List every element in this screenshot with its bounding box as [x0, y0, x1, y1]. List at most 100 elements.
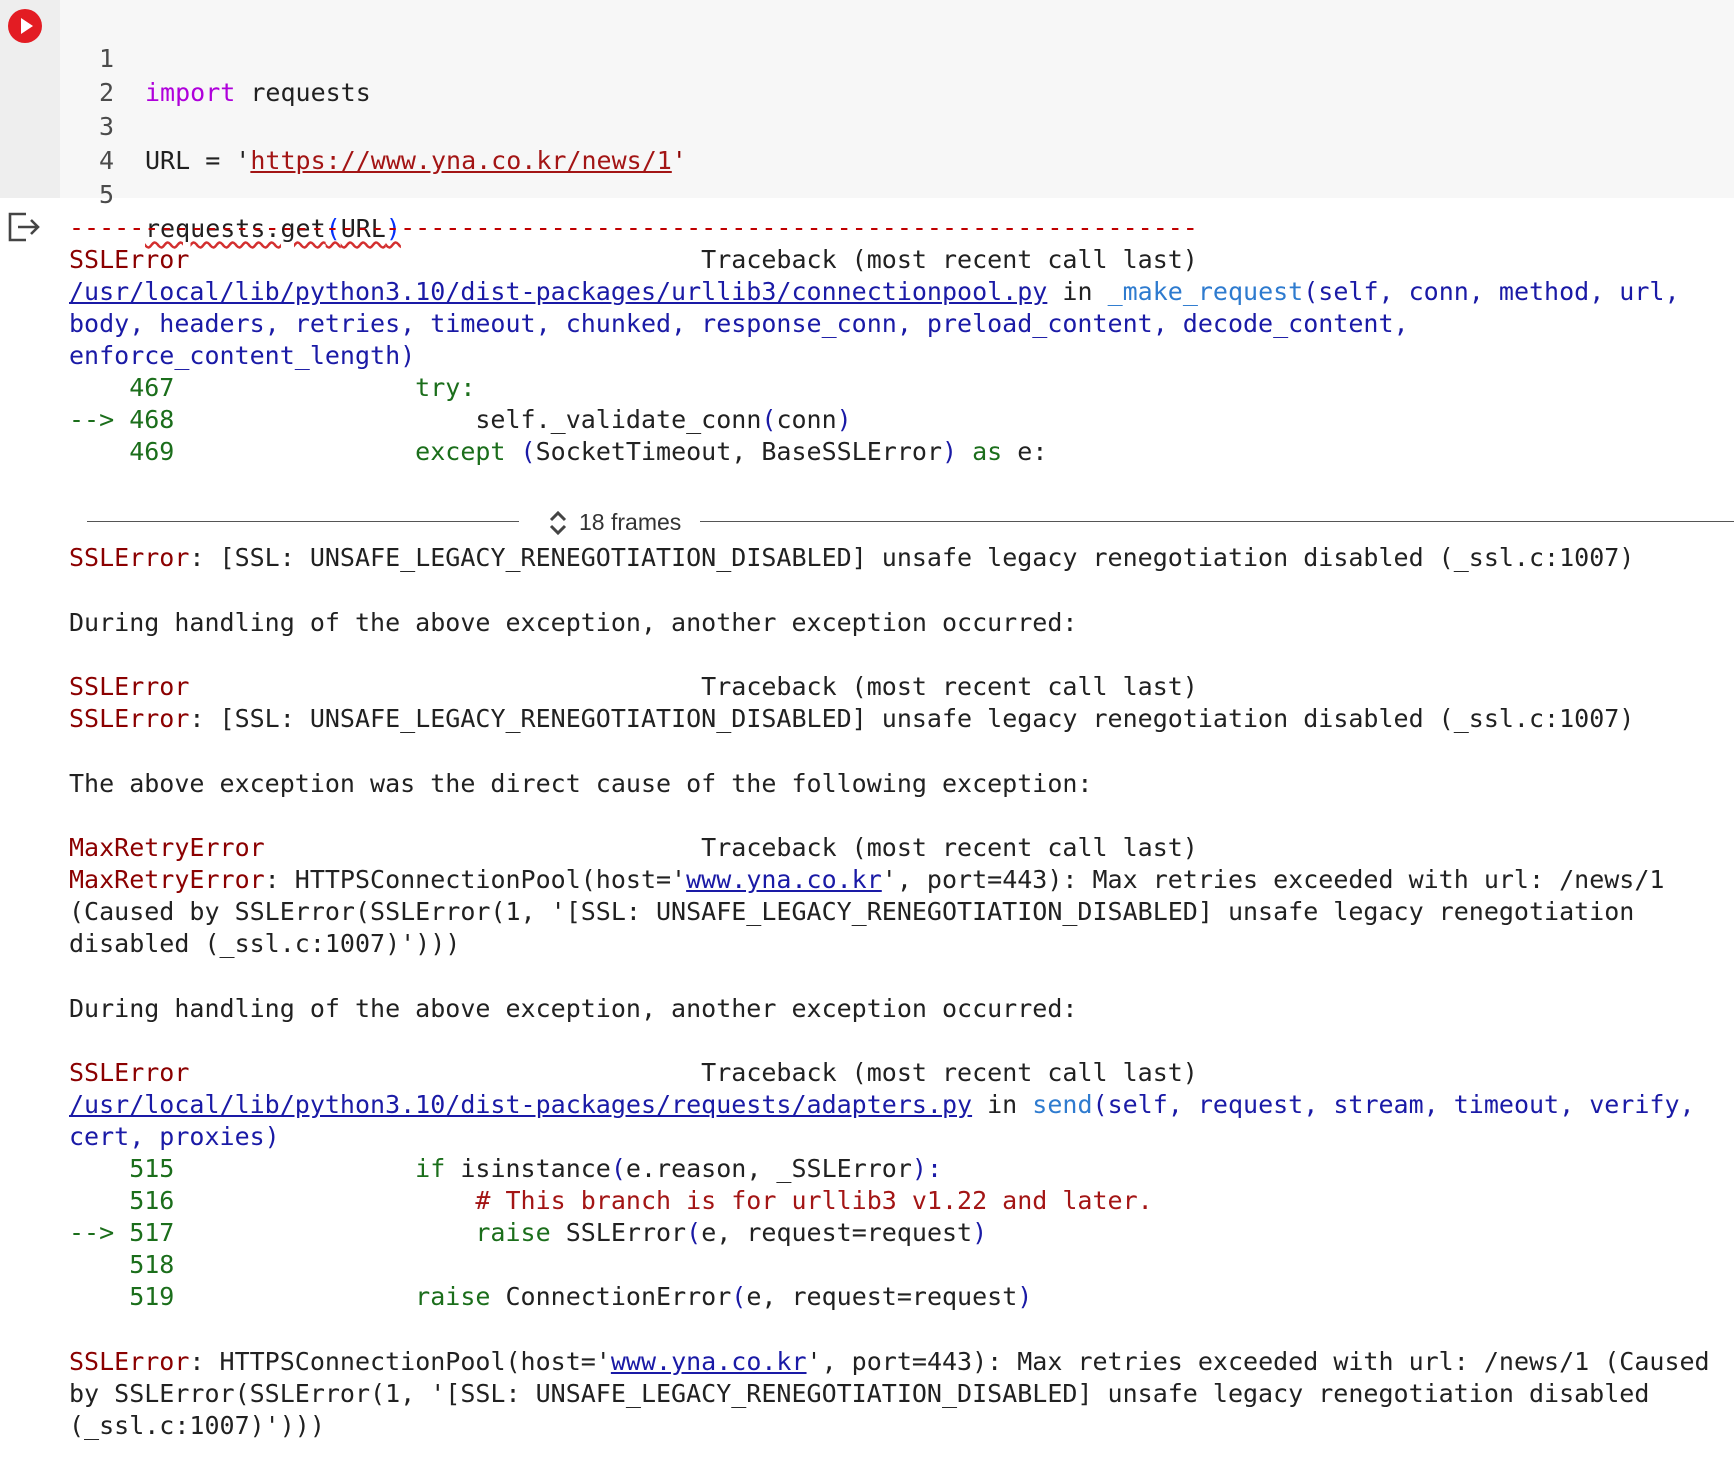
exception-message: MaxRetryError: HTTPSConnectionPool(host=…: [69, 864, 1664, 896]
line-number: 518: [69, 1250, 175, 1279]
play-icon: [21, 18, 33, 34]
source-line: 515 if isinstance(e.reason, _SSLError):: [69, 1153, 942, 1185]
exception-name: MaxRetryError: [69, 865, 265, 894]
traceback-label: Traceback (most recent call last): [189, 245, 1198, 274]
code-comment: # This branch is for urllib3 v1.22 and l…: [174, 1186, 1153, 1215]
cell-gutter: [0, 0, 60, 198]
exception-text: ', port=443): Max retries exceeded with …: [806, 1347, 1710, 1376]
current-line-arrow: --> 468: [69, 405, 175, 434]
traceback-label: Traceback (most recent call last): [189, 672, 1198, 701]
code-token: SocketTimeout, BaseSSLError: [535, 437, 942, 466]
line-number: 516: [69, 1186, 175, 1215]
code-token: e:: [1017, 437, 1048, 466]
traceback-frame-location: /usr/local/lib/python3.10/dist-packages/…: [69, 1089, 1695, 1121]
exception-text-line: disabled (_ssl.c:1007)'))): [69, 929, 461, 958]
line-number: 469: [69, 437, 175, 466]
exception-text: ', port=443): Max retries exceeded with …: [881, 865, 1665, 894]
signature-line: cert, proxies): [69, 1122, 280, 1151]
exception-name: SSLError: [69, 704, 190, 733]
in-text: in: [1047, 277, 1108, 306]
code-token: as: [957, 437, 1018, 466]
exception-text-line: (_ssl.c:1007)'))): [69, 1411, 325, 1440]
exception-name: SSLError: [69, 672, 190, 701]
exception-name: SSLError: [69, 1347, 190, 1376]
code-token: ): [972, 1218, 988, 1247]
signature: (self, conn, method, url,: [1303, 277, 1680, 306]
code-token: e.reason, _SSLError: [625, 1154, 912, 1183]
chain-message: The above exception was the direct cause…: [69, 769, 1093, 798]
traceback-separator: ----------------------------------------…: [69, 213, 1198, 242]
host-link[interactable]: www.yna.co.kr: [686, 865, 882, 894]
code-editor[interactable]: 1 import requests 2 3 URL = 'https://www…: [60, 0, 1734, 243]
exception-name: SSLError: [69, 245, 190, 274]
code-token: SSLError: [565, 1218, 687, 1247]
exception-text: : [SSL: UNSAFE_LEGACY_RENEGOTIATION_DISA…: [189, 543, 1635, 572]
signature: (self, request, stream, timeout, verify,: [1092, 1090, 1695, 1119]
divider-line: [87, 521, 519, 522]
output-menu-icon[interactable]: [6, 210, 42, 244]
traceback-frame-location: /usr/local/lib/python3.10/dist-packages/…: [69, 276, 1680, 308]
code-token: ): [1017, 1282, 1033, 1311]
source-line-current: --> 517 raise SSLError(e, request=reques…: [69, 1217, 987, 1249]
chain-message: During handling of the above exception, …: [69, 608, 1078, 637]
code-token: ConnectionError: [505, 1282, 732, 1311]
code-token: raise: [174, 1218, 566, 1247]
code-token: conn: [776, 405, 837, 434]
notebook: 1 import requests 2 3 URL = 'https://www…: [0, 0, 1734, 1470]
signature-line: body, headers, retries, timeout, chunked…: [69, 309, 1409, 338]
traceback-label: Traceback (most recent call last): [264, 833, 1198, 862]
traceback-header: SSLError Traceback (most recent call las…: [69, 671, 1198, 703]
exception-message: SSLError: [SSL: UNSAFE_LEGACY_RENEGOTIAT…: [69, 703, 1634, 735]
source-file-link[interactable]: /usr/local/lib/python3.10/dist-packages/…: [69, 277, 1047, 306]
line-number: 515: [69, 1154, 175, 1183]
exception-message: SSLError: HTTPSConnectionPool(host='www.…: [69, 1346, 1710, 1378]
code-token: if: [174, 1154, 461, 1183]
line-number: 467: [69, 373, 175, 402]
code-token: ): [836, 405, 852, 434]
exception-message: SSLError: [SSL: UNSAFE_LEGACY_RENEGOTIAT…: [69, 542, 1634, 574]
traceback-header: MaxRetryError Traceback (most recent cal…: [69, 832, 1198, 864]
code-token: try:: [174, 373, 476, 402]
code-token: e, request=request: [701, 1218, 973, 1247]
source-line: 516 # This branch is for urllib3 v1.22 a…: [69, 1185, 1153, 1217]
unfold-icon: [549, 510, 567, 536]
exception-text: : HTTPSConnectionPool(host=': [264, 865, 687, 894]
code-token: (: [731, 1282, 747, 1311]
code-token: isinstance: [460, 1154, 611, 1183]
collapsed-frames-divider: 18 frames: [87, 505, 1734, 539]
line-number: 5: [98, 180, 114, 209]
code-cell[interactable]: 1 import requests 2 3 URL = 'https://www…: [0, 0, 1734, 243]
traceback-header: SSLError Traceback (most recent call las…: [69, 244, 1198, 276]
code-token: (: [610, 1154, 626, 1183]
code-token: _validate_conn: [550, 405, 762, 434]
source-line: 518: [69, 1249, 174, 1281]
signature-line: enforce_content_length): [69, 341, 416, 370]
run-cell-button[interactable]: [8, 9, 42, 43]
source-file-link[interactable]: /usr/local/lib/python3.10/dist-packages/…: [69, 1090, 972, 1119]
exception-text: : [SSL: UNSAFE_LEGACY_RENEGOTIATION_DISA…: [189, 704, 1635, 733]
code-token: e, request=request: [746, 1282, 1018, 1311]
code-token: except: [174, 437, 521, 466]
code-line: 5 requests.get(URL): [60, 144, 1734, 243]
line-number: 519: [69, 1282, 175, 1311]
code-token: self.: [174, 405, 551, 434]
exception-text-line: (Caused by SSLError(SSLError(1, '[SSL: U…: [69, 897, 1635, 926]
code-line: 4: [60, 110, 1734, 175]
code-line: 2: [60, 42, 1734, 107]
exception-text-line: by SSLError(SSLError(1, '[SSL: UNSAFE_LE…: [69, 1379, 1650, 1408]
code-token: (: [520, 437, 536, 466]
source-line-current: --> 468 self._validate_conn(conn): [69, 404, 852, 436]
traceback-header: SSLError Traceback (most recent call las…: [69, 1057, 1198, 1089]
traceback-label: Traceback (most recent call last): [189, 1058, 1198, 1087]
function-name: _make_request: [1107, 277, 1304, 306]
current-line-arrow: --> 517: [69, 1218, 175, 1247]
code-token: raise: [174, 1282, 506, 1311]
chain-message: During handling of the above exception, …: [69, 994, 1078, 1023]
exception-text: : HTTPSConnectionPool(host=': [189, 1347, 611, 1376]
in-text: in: [972, 1090, 1033, 1119]
host-link[interactable]: www.yna.co.kr: [611, 1347, 807, 1376]
code-line: 3 URL = 'https://www.yna.co.kr/news/1': [60, 76, 1734, 175]
code-token: (: [686, 1218, 702, 1247]
source-line: 467 try:: [69, 372, 475, 404]
exception-name: SSLError: [69, 543, 190, 572]
